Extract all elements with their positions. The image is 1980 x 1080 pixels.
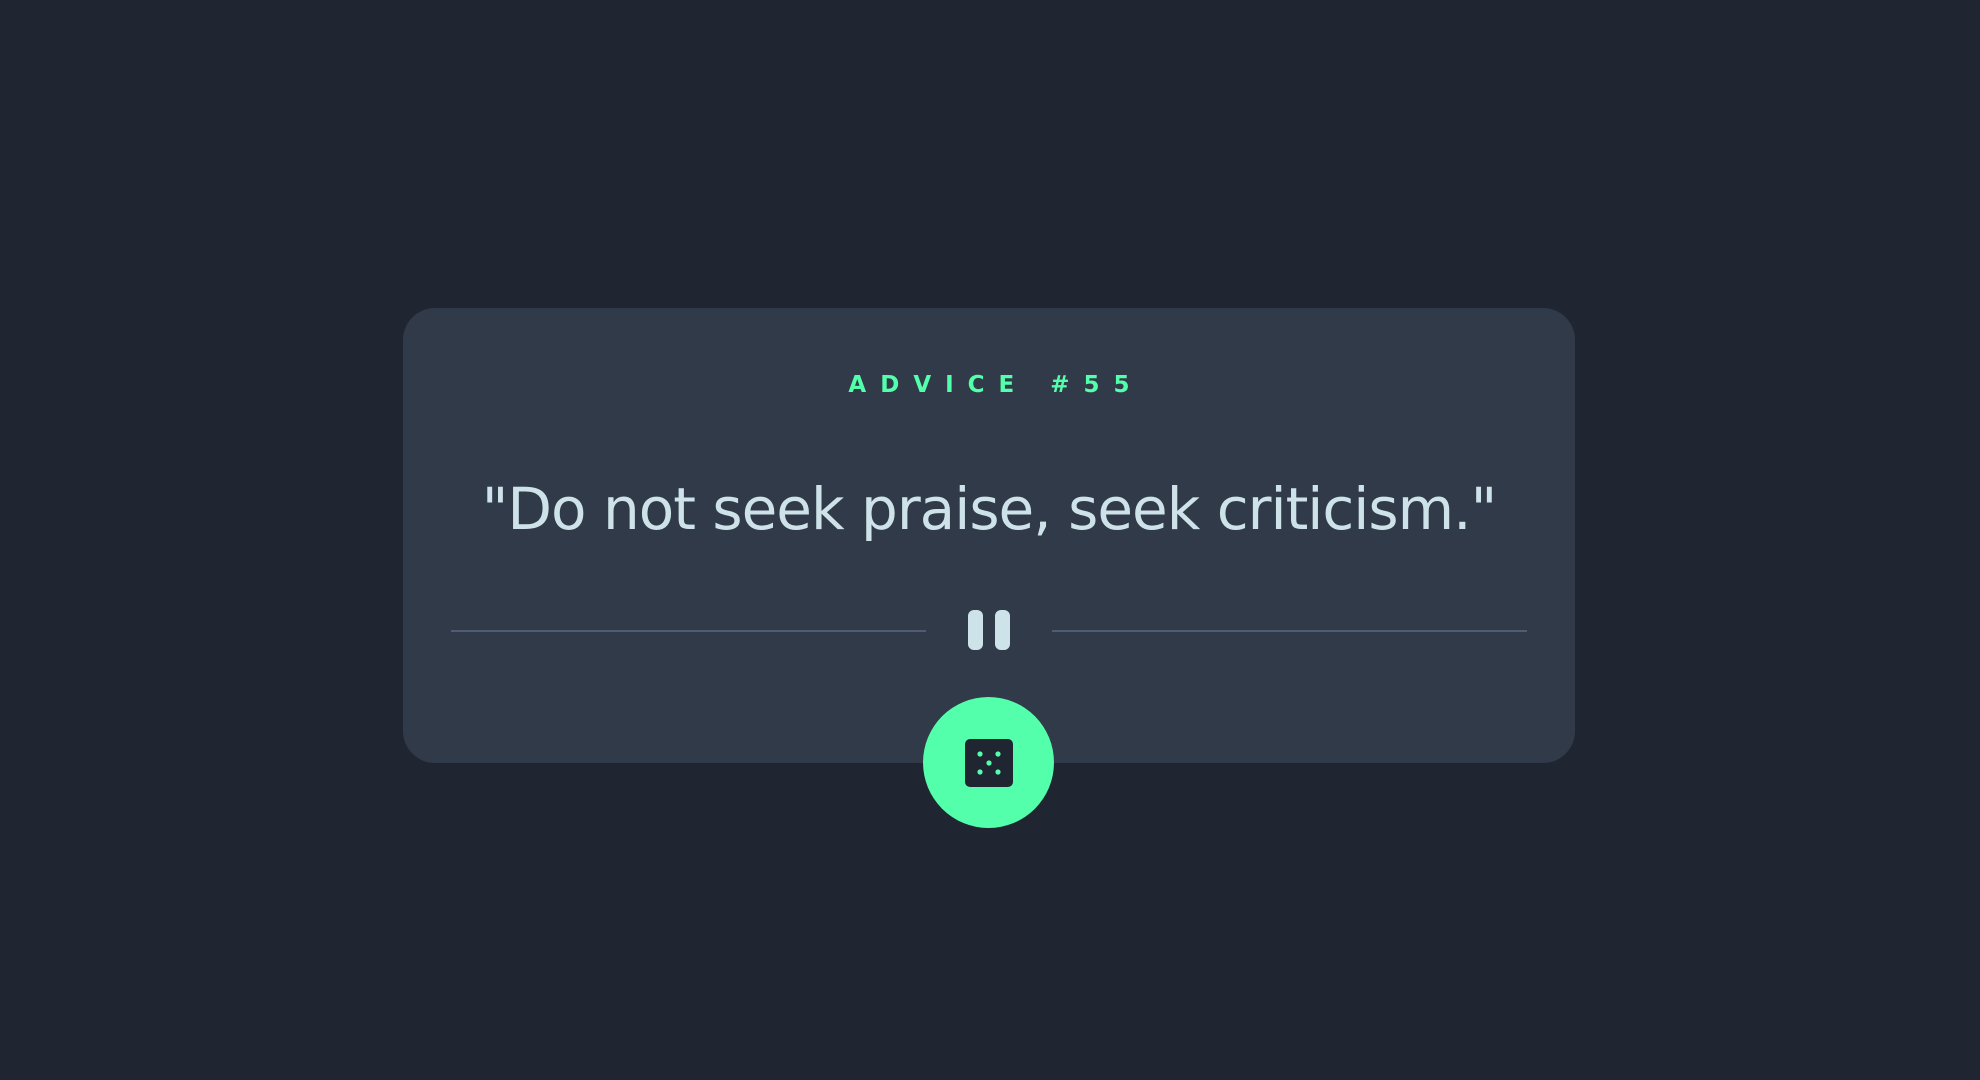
advice-quote: "Do not seek praise, seek criticism." (481, 475, 1498, 543)
divider-line-right (1052, 630, 1527, 632)
pause-bar-right (995, 610, 1010, 650)
advice-number: ADVICE #55 (848, 372, 1144, 398)
divider-line-left (451, 630, 926, 632)
pause-icon (964, 610, 1014, 650)
pause-bar-left (968, 610, 983, 650)
dice-icon (964, 738, 1013, 787)
new-advice-button[interactable] (923, 697, 1054, 828)
pattern-divider (451, 610, 1527, 650)
advice-card: ADVICE #55 "Do not seek praise, seek cri… (403, 308, 1575, 763)
